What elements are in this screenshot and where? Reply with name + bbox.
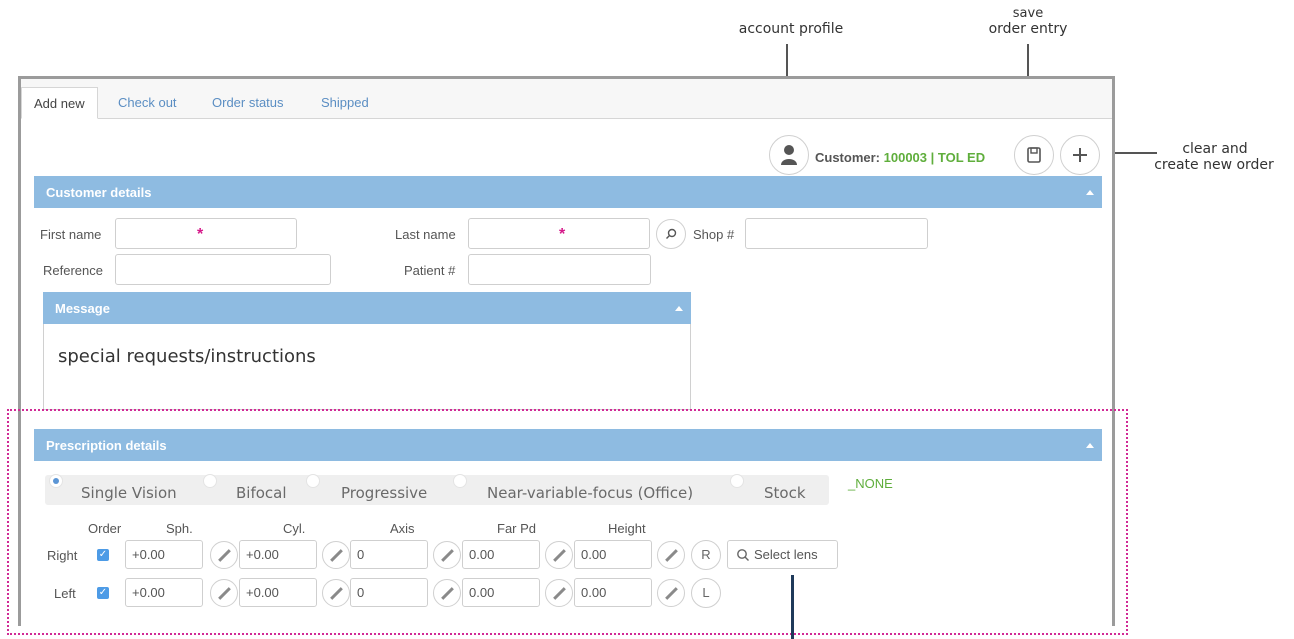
first-name-required-mark: * xyxy=(197,226,204,243)
customer-info: Customer: 100003 | TOL ED xyxy=(815,150,985,165)
annotation-clear-line2: create new order xyxy=(1154,157,1274,173)
tab-order-status[interactable]: Order status xyxy=(212,95,284,110)
message-header[interactable]: Message xyxy=(43,292,691,324)
customer-label: Customer: xyxy=(815,150,881,165)
tab-check-out[interactable]: Check out xyxy=(118,95,177,110)
annotation-save-line2: order entry xyxy=(988,21,1068,37)
last-name-label: Last name xyxy=(395,227,456,242)
tab-bar: Add new Check out Order status Shipped xyxy=(21,79,1112,119)
save-icon xyxy=(1027,147,1041,163)
customer-id: 100003 | TOL ED xyxy=(883,150,986,165)
patient-field[interactable] xyxy=(468,254,651,285)
message-title: Message xyxy=(55,300,110,316)
search-customer-button[interactable] xyxy=(656,219,686,249)
patient-label: Patient # xyxy=(404,263,456,278)
reference-label: Reference xyxy=(43,263,103,278)
reference-field[interactable] xyxy=(115,254,331,285)
first-name-field[interactable] xyxy=(115,218,297,249)
account-profile-button[interactable] xyxy=(769,135,809,175)
search-icon xyxy=(666,228,677,239)
tab-shipped[interactable]: Shipped xyxy=(321,95,369,110)
tab-add-new[interactable]: Add new xyxy=(21,87,98,119)
prescription-highlight xyxy=(7,409,1128,635)
save-order-button[interactable] xyxy=(1014,135,1054,175)
shop-field[interactable] xyxy=(745,218,928,249)
collapse-icon[interactable] xyxy=(1086,190,1094,195)
shop-label: Shop # xyxy=(693,227,735,242)
customer-details-title: Customer details xyxy=(46,184,152,200)
person-icon xyxy=(781,145,797,165)
plus-icon xyxy=(1073,148,1087,162)
annotation-account-profile: account profile xyxy=(738,21,844,37)
annotation-save-line1: save xyxy=(1012,6,1044,21)
first-name-label: First name xyxy=(40,227,102,242)
last-name-required-mark: * xyxy=(559,226,566,243)
new-order-button[interactable] xyxy=(1060,135,1100,175)
customer-details-header[interactable]: Customer details xyxy=(34,176,1102,208)
collapse-icon[interactable] xyxy=(675,306,683,311)
message-text: special requests/instructions xyxy=(58,346,316,367)
message-textarea[interactable]: special requests/instructions xyxy=(43,324,691,410)
annotation-line-select-lens xyxy=(791,575,794,639)
annotation-clear-line1: clear and xyxy=(1182,141,1248,157)
